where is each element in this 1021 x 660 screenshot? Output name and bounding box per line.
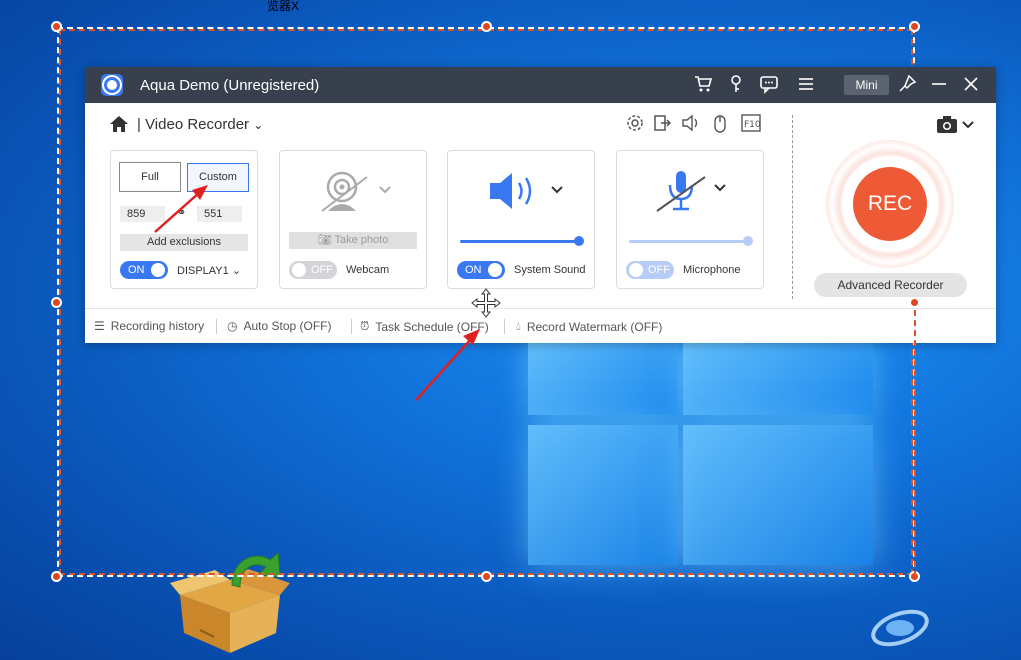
annotation-arrows [154, 185, 480, 401]
site-watermark [870, 603, 1010, 653]
